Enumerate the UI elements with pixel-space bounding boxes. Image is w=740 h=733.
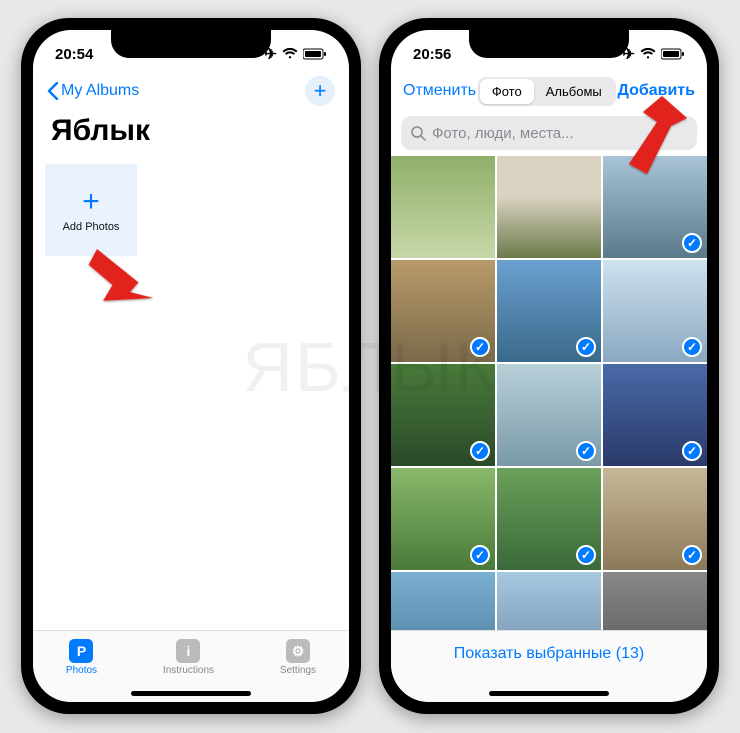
tab-icon: i <box>176 639 200 663</box>
selected-checkmark-icon: ✓ <box>576 337 596 357</box>
tab-photos[interactable]: P Photos <box>66 639 97 676</box>
add-photos-label: Add Photos <box>63 221 120 233</box>
segment-photos[interactable]: Фото <box>480 79 534 104</box>
photo-thumbnail[interactable]: ✓ <box>391 260 495 362</box>
selected-checkmark-icon: ✓ <box>470 545 490 565</box>
battery-icon <box>661 48 685 60</box>
photo-thumbnail[interactable]: ✓ <box>497 260 601 362</box>
notch <box>111 30 271 58</box>
status-time: 20:54 <box>55 46 93 63</box>
wifi-icon <box>282 48 298 60</box>
tab-icon: ⚙ <box>286 639 310 663</box>
photo-thumbnail[interactable]: ✓ <box>497 364 601 466</box>
search-icon <box>411 126 426 141</box>
nav-bar: My Albums + <box>33 70 349 112</box>
selected-checkmark-icon: ✓ <box>682 233 702 253</box>
tab-label: Instructions <box>163 665 214 676</box>
thumbnail-image <box>497 572 601 630</box>
photo-thumbnail[interactable]: ✓ <box>603 260 707 362</box>
add-button[interactable]: Добавить <box>617 82 695 100</box>
search-field[interactable]: Фото, люди, места... <box>401 116 697 150</box>
selected-checkmark-icon: ✓ <box>682 441 702 461</box>
segmented-control[interactable]: Фото Альбомы <box>478 77 616 106</box>
tab-instructions[interactable]: i Instructions <box>163 639 214 676</box>
plus-icon: + <box>314 78 327 104</box>
battery-icon <box>303 48 327 60</box>
arrow-annotation <box>87 246 167 356</box>
home-indicator <box>489 691 609 696</box>
photo-thumbnail[interactable]: ✓ <box>391 468 495 570</box>
selected-checkmark-icon: ✓ <box>682 337 702 357</box>
home-indicator <box>131 691 251 696</box>
plus-icon: + <box>82 187 100 217</box>
thumbnail-image <box>391 572 495 630</box>
selected-checkmark-icon: ✓ <box>470 337 490 357</box>
status-time: 20:56 <box>413 46 451 63</box>
photo-thumbnail[interactable]: ✓ <box>603 468 707 570</box>
photo-grid: ✓✓✓✓✓✓✓✓✓✓✓✓✓ <box>391 156 707 630</box>
add-photos-tile[interactable]: + Add Photos <box>45 164 137 256</box>
cancel-button[interactable]: Отменить <box>403 82 476 100</box>
phone-left: 20:54 ✈ My Albums + Яблык + <box>21 18 361 714</box>
chevron-left-icon <box>47 82 59 100</box>
tab-settings[interactable]: ⚙ Settings <box>280 639 316 676</box>
photo-thumbnail[interactable]: ✓ <box>603 572 707 630</box>
thumbnail-image <box>603 572 707 630</box>
notch <box>469 30 629 58</box>
thumbnail-image <box>497 156 601 258</box>
search-placeholder: Фото, люди, места... <box>432 125 574 142</box>
photo-thumbnail[interactable] <box>497 156 601 258</box>
wifi-icon <box>640 48 656 60</box>
new-album-button[interactable]: + <box>305 76 335 106</box>
tab-label: Photos <box>66 665 97 676</box>
back-label: My Albums <box>61 82 139 100</box>
selected-checkmark-icon: ✓ <box>682 545 702 565</box>
photo-thumbnail[interactable]: ✓ <box>497 468 601 570</box>
photo-thumbnail[interactable]: ✓ <box>603 364 707 466</box>
photo-thumbnail[interactable] <box>391 156 495 258</box>
selected-checkmark-icon: ✓ <box>470 441 490 461</box>
photo-thumbnail[interactable]: ✓ <box>497 572 601 630</box>
photo-thumbnail[interactable]: ✓ <box>391 364 495 466</box>
phone-right: 20:56 ✈ Отменить Фото Альбомы Добавить Ф… <box>379 18 719 714</box>
tab-icon: P <box>69 639 93 663</box>
tab-label: Settings <box>280 665 316 676</box>
selected-checkmark-icon: ✓ <box>576 441 596 461</box>
back-button[interactable]: My Albums <box>47 82 139 100</box>
picker-nav: Отменить Фото Альбомы Добавить <box>391 70 707 112</box>
segment-albums[interactable]: Альбомы <box>534 79 614 104</box>
selected-checkmark-icon: ✓ <box>576 545 596 565</box>
thumbnail-image <box>391 156 495 258</box>
photo-thumbnail[interactable]: ✓ <box>391 572 495 630</box>
show-selected-button[interactable]: Показать выбранные (13) <box>454 645 644 663</box>
photo-thumbnail[interactable]: ✓ <box>603 156 707 258</box>
album-title: Яблык <box>33 112 349 158</box>
